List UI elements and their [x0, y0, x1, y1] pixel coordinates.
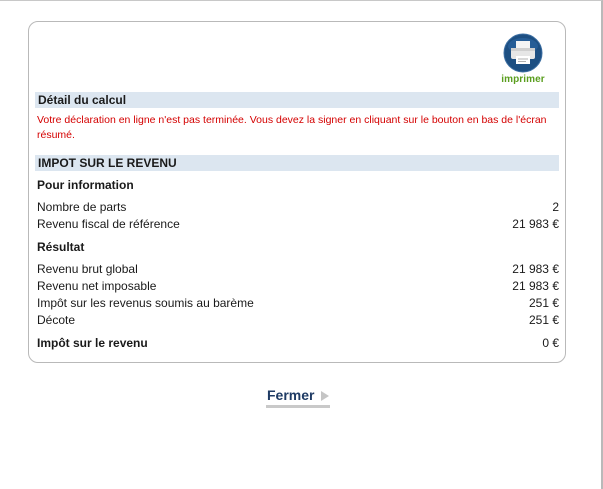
- close-button[interactable]: Fermer: [266, 386, 330, 408]
- page: imprimer Détail du calcul Votre déclarat…: [0, 0, 603, 489]
- signature-warning: Votre déclaration en ligne n'est pas ter…: [37, 114, 547, 141]
- row-value: 21 983 €: [512, 279, 559, 293]
- close-underline: [266, 405, 330, 408]
- result-row: Revenu brut global 21 983 €: [37, 261, 559, 277]
- row-value: 251 €: [528, 313, 559, 327]
- detail-section-title: Détail du calcul: [35, 92, 559, 108]
- result-row: Impôt sur les revenus soumis au barème 2…: [37, 295, 559, 311]
- print-button[interactable]: imprimer: [495, 32, 551, 88]
- total-value: 0 €: [542, 336, 559, 350]
- row-label: Revenu net imposable: [37, 279, 157, 293]
- arrow-right-icon: [321, 391, 329, 401]
- row-value: 21 983 €: [512, 217, 559, 231]
- info-row: Nombre de parts 2: [37, 199, 559, 215]
- print-label: imprimer: [501, 74, 545, 85]
- row-value: 251 €: [528, 296, 559, 310]
- total-row: Impôt sur le revenu 0 €: [37, 335, 559, 351]
- impot-section-title: IMPOT SUR LE REVENU: [35, 155, 559, 171]
- row-value: 2: [552, 200, 559, 214]
- row-label: Nombre de parts: [37, 200, 127, 214]
- info-row: Revenu fiscal de référence 21 983 €: [37, 216, 559, 232]
- total-label: Impôt sur le revenu: [37, 336, 148, 350]
- calculation-panel: imprimer Détail du calcul Votre déclarat…: [28, 21, 566, 363]
- row-label: Revenu brut global: [37, 262, 138, 276]
- result-heading: Résultat: [37, 240, 85, 254]
- result-row: Revenu net imposable 21 983 €: [37, 278, 559, 294]
- printer-icon: [503, 33, 543, 73]
- row-value: 21 983 €: [512, 262, 559, 276]
- row-label: Revenu fiscal de référence: [37, 217, 180, 231]
- info-heading: Pour information: [37, 178, 134, 192]
- row-label: Décote: [37, 313, 76, 327]
- close-label: Fermer: [267, 387, 315, 403]
- row-label: Impôt sur les revenus soumis au barème: [37, 296, 254, 310]
- result-row: Décote 251 €: [37, 312, 559, 328]
